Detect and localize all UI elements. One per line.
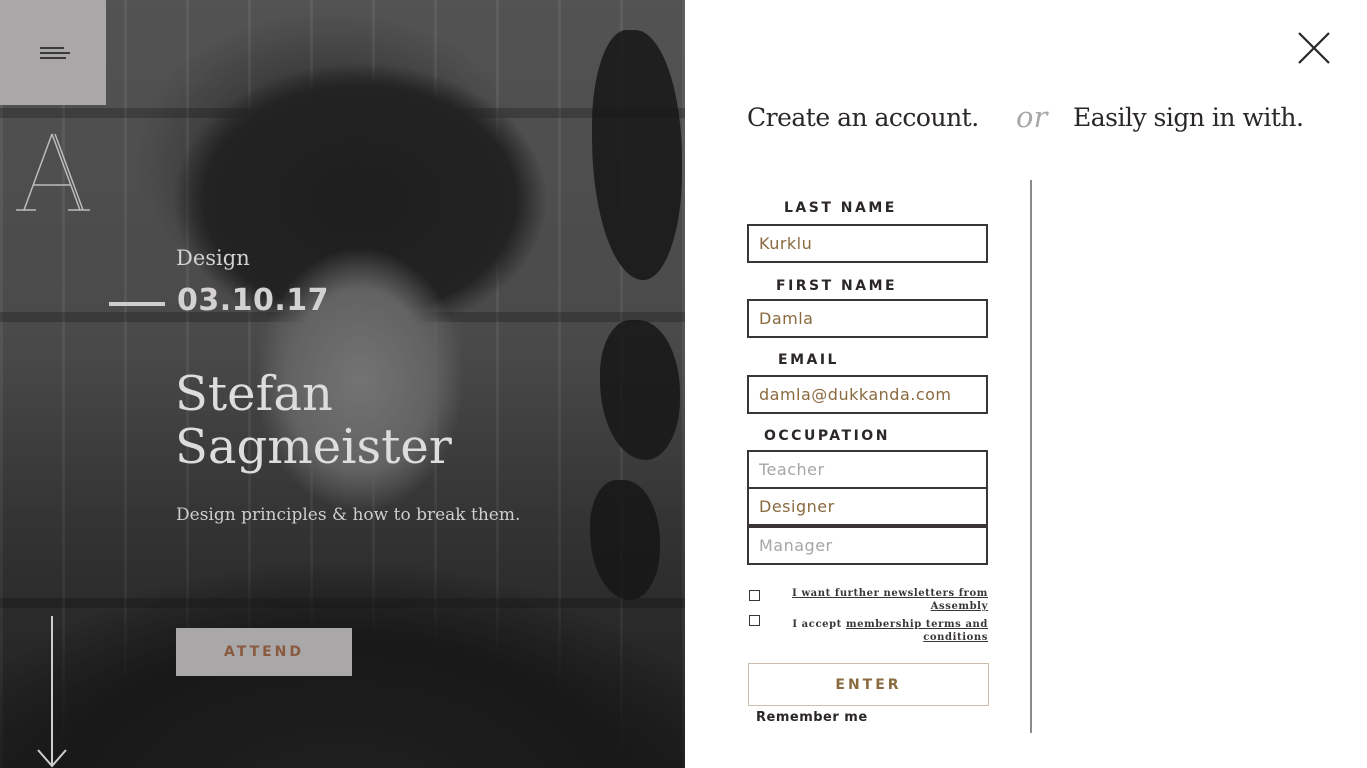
talk-category: Design	[176, 246, 250, 270]
terms-link[interactable]: membership terms and conditions	[846, 619, 988, 643]
attend-button[interactable]: ATTEND	[176, 628, 352, 676]
or-separator: or	[1016, 100, 1048, 134]
first-name-field[interactable]	[747, 299, 988, 338]
newsletter-text[interactable]: I want further newsletters from Assembly	[792, 588, 988, 612]
logo-a-icon	[16, 133, 90, 211]
arrow-down-icon[interactable]	[36, 616, 68, 768]
email-label: EMAIL	[778, 352, 839, 368]
date-dash	[109, 302, 165, 306]
newsletter-checkbox[interactable]	[749, 590, 760, 601]
vertical-divider	[1030, 180, 1032, 733]
email-field[interactable]	[747, 375, 988, 414]
speaker-last-name: Sagmeister	[175, 419, 452, 475]
last-name-label: LAST NAME	[784, 200, 897, 216]
occupation-label: OCCUPATION	[764, 428, 890, 444]
hero-panel: Design 03.10.17 Stefan Sagmeister Design …	[0, 0, 685, 768]
talk-date: 03.10.17	[177, 283, 330, 318]
social-signin-heading: Easily sign in with.	[1073, 103, 1304, 132]
create-account-heading: Create an account.	[747, 103, 979, 132]
occupation-option-teacher[interactable]: Teacher	[747, 450, 988, 489]
terms-label: I accept membership terms and conditions	[770, 618, 988, 644]
occupation-option-manager[interactable]: Manager	[747, 526, 988, 565]
menu-icon	[40, 47, 70, 59]
remember-me[interactable]: Remember me	[756, 710, 868, 725]
occupation-option-designer[interactable]: Designer	[747, 487, 988, 526]
talk-tagline: Design principles & how to break them.	[176, 505, 521, 525]
speaker-name: Stefan Sagmeister	[175, 368, 452, 474]
terms-prefix: I accept	[792, 619, 846, 630]
newsletter-label: I want further newsletters from Assembly	[770, 587, 988, 613]
enter-button[interactable]: ENTER	[748, 663, 989, 706]
terms-checkbox[interactable]	[749, 615, 760, 626]
menu-button[interactable]	[0, 0, 106, 105]
speaker-first-name: Stefan	[175, 366, 333, 422]
close-icon[interactable]	[1296, 30, 1332, 66]
last-name-field[interactable]	[747, 224, 988, 263]
first-name-label: FIRST NAME	[776, 278, 898, 294]
